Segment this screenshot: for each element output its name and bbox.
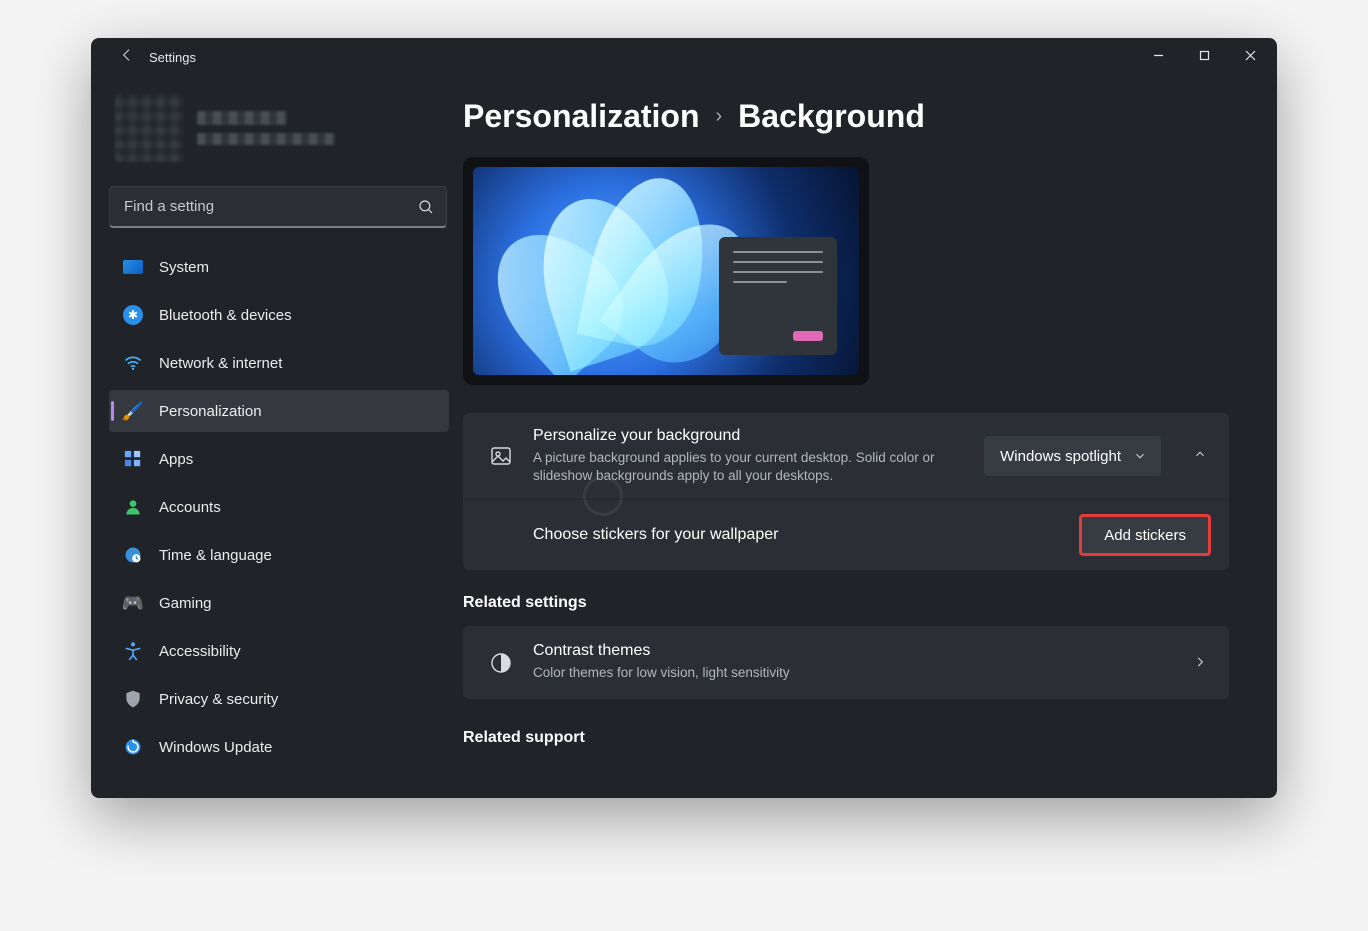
maximize-button[interactable] [1181, 38, 1227, 76]
window-controls [1135, 38, 1273, 76]
avatar [115, 94, 183, 162]
window-title: Settings [149, 50, 196, 65]
sidebar: System ✱ Bluetooth & devices Network & i… [91, 76, 463, 798]
sidebar-item-label: Gaming [159, 595, 212, 612]
maximize-icon [1199, 48, 1210, 66]
shield-icon [123, 689, 143, 709]
sidebar-item-system[interactable]: System [109, 246, 449, 288]
personalize-background-row: Personalize your background A picture ba… [463, 413, 1229, 499]
sidebar-item-label: Personalization [159, 403, 262, 420]
nav: System ✱ Bluetooth & devices Network & i… [109, 246, 449, 774]
sidebar-item-label: Network & internet [159, 355, 282, 372]
user-account-block[interactable] [109, 84, 449, 180]
background-type-dropdown[interactable]: Windows spotlight [984, 436, 1161, 476]
back-button[interactable] [107, 38, 147, 76]
sidebar-item-accounts[interactable]: Accounts [109, 486, 449, 528]
sidebar-item-gaming[interactable]: 🎮 Gaming [109, 582, 449, 624]
sidebar-item-network[interactable]: Network & internet [109, 342, 449, 384]
desktop-preview [463, 157, 869, 385]
sidebar-item-accessibility[interactable]: Accessibility [109, 630, 449, 672]
sidebar-item-label: Accessibility [159, 643, 241, 660]
paintbrush-icon: 🖌️ [123, 401, 143, 421]
user-text-redacted [197, 111, 335, 145]
breadcrumb-current: Background [738, 98, 925, 135]
sidebar-item-label: Time & language [159, 547, 272, 564]
personalize-title: Personalize your background [533, 427, 966, 445]
titlebar: Settings [91, 38, 1277, 76]
sidebar-item-label: Bluetooth & devices [159, 307, 292, 324]
related-settings-heading: Related settings [463, 594, 1255, 612]
settings-window: Settings [91, 38, 1277, 798]
add-stickers-button[interactable]: Add stickers [1079, 514, 1211, 556]
person-icon [123, 497, 143, 517]
sidebar-item-label: System [159, 259, 209, 276]
breadcrumb-parent[interactable]: Personalization [463, 98, 700, 135]
sidebar-item-label: Accounts [159, 499, 221, 516]
back-arrow-icon [119, 47, 135, 68]
sidebar-item-personalization[interactable]: 🖌️ Personalization [109, 390, 449, 432]
minimize-icon [1153, 48, 1164, 66]
apps-icon [123, 449, 143, 469]
accessibility-icon [123, 641, 143, 661]
sidebar-item-label: Apps [159, 451, 193, 468]
gamepad-icon: 🎮 [123, 593, 143, 613]
background-settings-group: Personalize your background A picture ba… [463, 413, 1229, 570]
search-input[interactable] [109, 186, 447, 228]
chevron-down-icon [1133, 449, 1147, 463]
close-icon [1245, 48, 1256, 66]
breadcrumb: Personalization › Background [463, 98, 1255, 135]
stickers-label: Choose stickers for your wallpaper [533, 526, 1061, 544]
add-stickers-label: Add stickers [1104, 527, 1186, 544]
wallpaper-preview [473, 167, 859, 375]
picture-icon [487, 442, 515, 470]
chevron-right-icon [1193, 655, 1209, 671]
globe-clock-icon [123, 545, 143, 565]
sidebar-item-apps[interactable]: Apps [109, 438, 449, 480]
minimize-button[interactable] [1135, 38, 1181, 76]
contrast-themes-link[interactable]: Contrast themes Color themes for low vis… [463, 626, 1229, 698]
collapse-section-button[interactable] [1193, 447, 1211, 465]
sidebar-item-bluetooth[interactable]: ✱ Bluetooth & devices [109, 294, 449, 336]
contrast-title: Contrast themes [533, 642, 1175, 660]
dropdown-value: Windows spotlight [1000, 448, 1121, 465]
sidebar-item-label: Windows Update [159, 739, 272, 756]
chevron-right-icon: › [716, 105, 723, 128]
search-icon[interactable] [417, 198, 435, 216]
search-wrap [109, 186, 447, 228]
sidebar-item-privacy[interactable]: Privacy & security [109, 678, 449, 720]
sidebar-item-time-language[interactable]: Time & language [109, 534, 449, 576]
wifi-icon [123, 353, 143, 373]
related-support-heading: Related support [463, 729, 1255, 747]
contrast-subtitle: Color themes for low vision, light sensi… [533, 664, 953, 682]
close-button[interactable] [1227, 38, 1273, 76]
main-content: Personalization › Background [463, 76, 1277, 798]
sidebar-item-windows-update[interactable]: Windows Update [109, 726, 449, 768]
contrast-icon [487, 649, 515, 677]
preview-window-mock [719, 237, 837, 355]
stickers-row: Choose stickers for your wallpaper Add s… [463, 499, 1229, 570]
sidebar-item-label: Privacy & security [159, 691, 278, 708]
personalize-subtitle: A picture background applies to your cur… [533, 449, 953, 485]
bluetooth-icon: ✱ [123, 305, 143, 325]
update-icon [123, 737, 143, 757]
system-icon [123, 260, 143, 274]
